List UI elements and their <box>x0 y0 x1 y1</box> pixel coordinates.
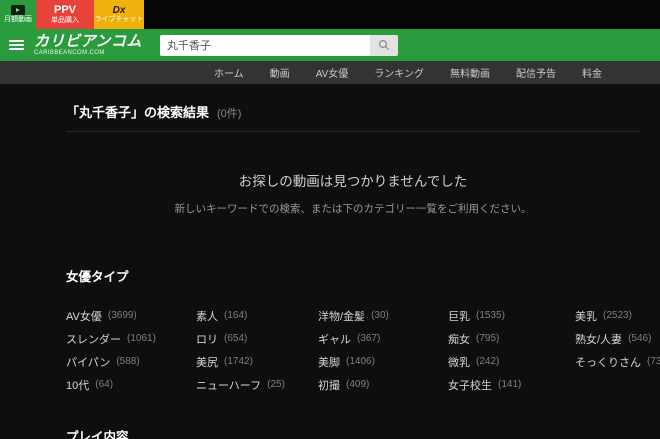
category-count: (1742) <box>224 356 253 367</box>
category-label: 初撮 <box>318 377 340 393</box>
category-label: 熟女/人妻 <box>575 331 622 347</box>
category-label: 女子校生 <box>448 377 492 393</box>
category-link[interactable]: 美尻 (1742) <box>196 350 318 373</box>
tab-monthly-label: 月額動画 <box>4 16 32 24</box>
search-result-count: (0件) <box>217 105 241 121</box>
tab-livechat-label: ライブチャット <box>95 16 144 24</box>
logo-title: カリビアンコム <box>34 34 142 49</box>
play-icon <box>11 5 25 15</box>
site-logo[interactable]: カリビアンコム CARIBBEANCOM.COM <box>34 34 142 56</box>
category-label: 巨乳 <box>448 308 470 324</box>
dx-livechat-icon: Dx <box>113 5 126 17</box>
nav-item[interactable]: ホーム <box>214 65 244 80</box>
category-link[interactable]: 洋物/金髪 (30) <box>318 304 448 327</box>
category-link[interactable]: 痴女 (795) <box>448 327 575 350</box>
category-label: 美脚 <box>318 354 340 370</box>
section-actress-type-title: 女優タイプ <box>66 266 640 285</box>
category-link[interactable]: そっくりさん (73) <box>575 350 660 373</box>
category-grid: AV女優 (3699) 素人 (164) 洋物/金髪 (30) 巨乳 (1535… <box>66 304 640 396</box>
category-link[interactable]: ニューハーフ (25) <box>196 373 318 396</box>
category-count: (588) <box>116 356 139 367</box>
divider <box>66 131 640 132</box>
category-link[interactable]: 初撮 (409) <box>318 373 448 396</box>
category-link[interactable]: 熟女/人妻 (546) <box>575 327 660 350</box>
category-link[interactable]: 美乳 (2523) <box>575 304 660 327</box>
main-nav: ホーム 動画 AV女優 ランキング 無料動画 配信予告 料金 <box>0 61 660 84</box>
main-content: 「丸千香子」の検索結果 (0件) お探しの動画は見つかりませんでした 新しいキー… <box>0 102 660 439</box>
empty-result-message: お探しの動画は見つかりませんでした 新しいキーワードでの検索、または下のカテゴリ… <box>66 170 640 216</box>
category-link[interactable]: スレンダー (1061) <box>66 327 196 350</box>
category-count: (1535) <box>476 310 505 321</box>
category-count: (1406) <box>346 356 375 367</box>
category-label: 美尻 <box>196 354 218 370</box>
category-count: (73) <box>647 356 660 367</box>
category-link[interactable]: 10代 (64) <box>66 373 196 396</box>
category-link[interactable]: パイパン (588) <box>66 350 196 373</box>
category-count: (795) <box>476 333 499 344</box>
category-count: (3699) <box>108 310 137 321</box>
category-count: (1061) <box>127 333 156 344</box>
tab-ppv-title: PPV <box>54 4 76 17</box>
section-actress-type: 女優タイプ AV女優 (3699) 素人 (164) 洋物/金髪 (30) <box>66 266 640 396</box>
category-link[interactable]: 巨乳 (1535) <box>448 304 575 327</box>
category-count: (30) <box>371 310 389 321</box>
tab-livechat[interactable]: Dx ライブチャット <box>94 0 144 29</box>
category-count: (546) <box>628 333 651 344</box>
search-box <box>160 35 398 56</box>
category-count: (367) <box>357 333 380 344</box>
category-link[interactable]: 美脚 (1406) <box>318 350 448 373</box>
category-link[interactable]: 女子校生 (141) <box>448 373 575 396</box>
category-label: ギャル <box>318 331 351 347</box>
empty-result-title: お探しの動画は見つかりませんでした <box>66 170 640 190</box>
category-label: ロリ <box>196 331 218 347</box>
category-count: (64) <box>95 379 113 390</box>
category-label: 洋物/金髪 <box>318 308 365 324</box>
category-label: そっくりさん <box>575 354 641 370</box>
category-label: ニューハーフ <box>196 377 261 393</box>
site-header: カリビアンコム CARIBBEANCOM.COM <box>0 29 660 61</box>
search-result-title: 「丸千香子」の検索結果 <box>66 102 209 121</box>
category-link[interactable]: ギャル (367) <box>318 327 448 350</box>
section-play-content: プレイ内容 <box>66 426 640 439</box>
nav-item[interactable]: 料金 <box>582 65 602 80</box>
search-result-header: 「丸千香子」の検索結果 (0件) <box>66 102 640 121</box>
category-link[interactable]: AV女優 (3699) <box>66 304 196 327</box>
tab-ppv[interactable]: PPV 単品購入 <box>36 0 94 29</box>
category-label: パイパン <box>66 354 110 370</box>
category-link[interactable]: 微乳 (242) <box>448 350 575 373</box>
empty-result-hint: 新しいキーワードでの検索、または下のカテゴリー一覧をご利用ください。 <box>66 201 640 216</box>
category-count: (164) <box>224 310 247 321</box>
category-label: スレンダー <box>66 331 121 347</box>
tab-monthly-video[interactable]: 月額動画 <box>0 0 36 29</box>
nav-item[interactable]: ランキング <box>374 65 424 80</box>
section-play-content-title: プレイ内容 <box>66 426 640 439</box>
nav-item[interactable]: 動画 <box>270 65 290 80</box>
hamburger-menu-icon[interactable] <box>9 38 24 52</box>
search-icon <box>378 39 390 51</box>
nav-item[interactable]: 無料動画 <box>450 65 490 80</box>
logo-subtitle: CARIBBEANCOM.COM <box>34 50 142 56</box>
search-button[interactable] <box>370 35 398 56</box>
category-count: (242) <box>476 356 499 367</box>
category-count: (25) <box>267 379 285 390</box>
category-label: 痴女 <box>448 331 470 347</box>
category-label: 10代 <box>66 377 89 393</box>
category-count: (654) <box>224 333 247 344</box>
tab-ppv-label: 単品購入 <box>51 17 79 25</box>
category-label: 美乳 <box>575 308 597 324</box>
category-count: (141) <box>498 379 521 390</box>
top-bar: 月額動画 PPV 単品購入 Dx ライブチャット <box>0 0 660 29</box>
category-count: (409) <box>346 379 369 390</box>
category-label: 素人 <box>196 308 218 324</box>
search-input[interactable] <box>160 35 370 56</box>
category-count: (2523) <box>603 310 632 321</box>
nav-item[interactable]: AV女優 <box>316 65 349 80</box>
category-link[interactable]: ロリ (654) <box>196 327 318 350</box>
category-label: AV女優 <box>66 308 102 324</box>
category-link[interactable]: 素人 (164) <box>196 304 318 327</box>
category-label: 微乳 <box>448 354 470 370</box>
nav-item[interactable]: 配信予告 <box>516 65 556 80</box>
